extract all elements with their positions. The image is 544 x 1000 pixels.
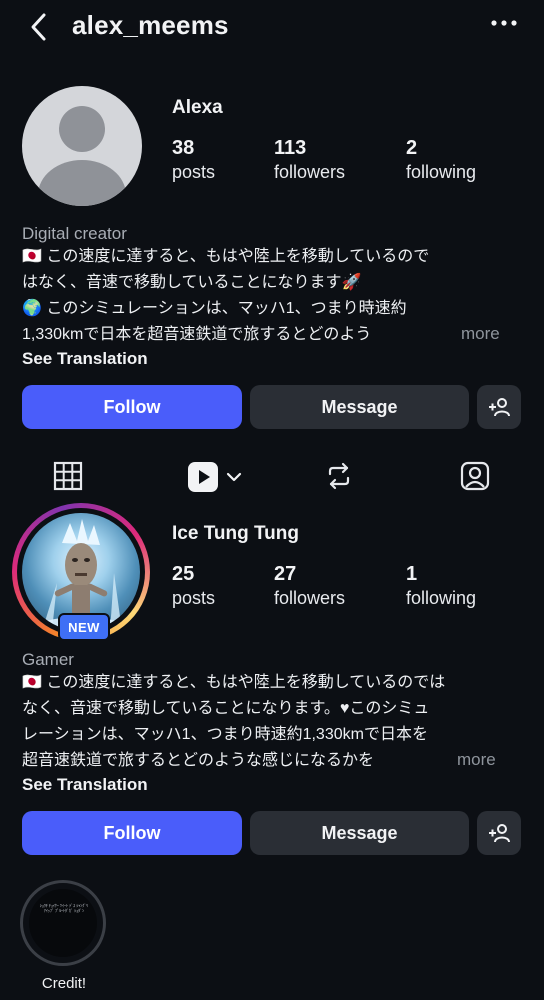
suggest-user-button[interactable]: [477, 811, 521, 855]
tagged-icon[interactable]: [459, 460, 491, 492]
stat-number: 27: [274, 563, 297, 585]
highlight-label: Credit!: [41, 975, 87, 992]
stat-number: 113: [274, 137, 307, 159]
bio-more-link[interactable]: more: [457, 750, 496, 770]
stat-label: following: [406, 588, 477, 608]
stat-following[interactable]: 2 following: [406, 137, 476, 183]
stat-label: followers: [274, 162, 346, 182]
repost-icon[interactable]: [323, 460, 355, 492]
stat-number: 38: [172, 137, 195, 159]
stat-label: posts: [172, 162, 216, 182]
more-options-icon[interactable]: [490, 18, 518, 28]
chevron-down-icon: [226, 472, 242, 482]
stat-posts[interactable]: 25 posts: [172, 563, 215, 609]
suggest-user-button[interactable]: [477, 385, 521, 429]
story-highlight[interactable]: ｼｮﾜﾁ ﾁｮｲｹｰ ﾂｲｰﾄ ﾃﾞｽ ｼｬﾝｸﾞﾘｱｲｯﾌﾟ ﾌﾟﾙｰﾄﾀﾞｶ…: [20, 880, 106, 966]
avatar-default[interactable]: [22, 86, 142, 206]
grid-icon[interactable]: [52, 460, 84, 492]
bio-line: レーションは、マッハ1、つまり時速約1,330kmで日本を: [22, 726, 428, 743]
profile-bio: 🇯🇵 この速度に達すると、もはや陸上を移動しているので はなく、音速で移動してい…: [22, 244, 522, 348]
stat-number: 25: [172, 563, 195, 585]
bio-line: 🇯🇵 この速度に達すると、もはや陸上を移動しているので: [22, 248, 430, 265]
message-button[interactable]: Message: [250, 811, 469, 855]
profile-category: Digital creator: [22, 224, 127, 243]
stat-following[interactable]: 1 following: [406, 563, 476, 609]
profile-username: alex_meems: [72, 10, 229, 40]
bio-line: 🌍 このシミュレーションは、マッハ1、つまり時速約: [22, 300, 407, 317]
stat-number: 1: [406, 563, 418, 585]
see-translation-link[interactable]: See Translation: [22, 775, 148, 795]
reels-icon: [188, 462, 218, 492]
see-translation-link[interactable]: See Translation: [22, 349, 148, 369]
follow-button[interactable]: Follow: [22, 385, 242, 429]
add-person-icon: [489, 824, 510, 843]
bio-line: はなく、音速で移動していることになります🚀: [22, 274, 362, 291]
stat-label: posts: [172, 588, 216, 608]
display-name: Ice Tung Tung: [172, 523, 299, 544]
profile-category: Gamer: [22, 650, 74, 669]
profile-bio: 🇯🇵 この速度に達すると、もはや陸上を移動しているのでは なく、音速で移動してい…: [22, 670, 527, 774]
stat-posts[interactable]: 38 posts: [172, 137, 215, 183]
new-badge: NEW: [58, 613, 110, 641]
stat-number: 2: [406, 137, 418, 159]
bio-more-link[interactable]: more: [461, 324, 500, 344]
avatar-placeholder-icon: [59, 106, 105, 152]
display-name: Alexa: [172, 97, 223, 118]
follow-button[interactable]: Follow: [22, 811, 242, 855]
add-person-icon: [489, 398, 510, 417]
stat-label: following: [406, 162, 477, 182]
back-arrow-icon[interactable]: [28, 12, 50, 42]
stat-followers[interactable]: 113 followers: [274, 137, 345, 183]
stat-label: followers: [274, 588, 346, 608]
bio-line: なく、音速で移動していることになります。♥このシミュ: [22, 700, 430, 717]
bio-line: 1,330kmで日本を超音速鉄道で旅するとどのよう: [22, 326, 372, 343]
bio-line: 🇯🇵 この速度に達すると、もはや陸上を移動しているのでは: [22, 674, 446, 691]
tab-reels[interactable]: [186, 460, 246, 494]
highlight-cover-text: ｼｮﾜﾁ ﾁｮｲｹｰ ﾂｲｰﾄ ﾃﾞｽ ｼｬﾝｸﾞﾘｱｲｯﾌﾟ ﾌﾟﾙｰﾄﾀﾞｶ…: [39, 903, 89, 913]
bio-line: 超音速鉄道で旅するとどのような感じになるかを: [22, 752, 375, 769]
highlight-cover: ｼｮﾜﾁ ﾁｮｲｹｰ ﾂｲｰﾄ ﾃﾞｽ ｼｬﾝｸﾞﾘｱｲｯﾌﾟ ﾌﾟﾙｰﾄﾀﾞｶ…: [29, 889, 97, 957]
message-button[interactable]: Message: [250, 385, 469, 429]
stat-followers[interactable]: 27 followers: [274, 563, 345, 609]
